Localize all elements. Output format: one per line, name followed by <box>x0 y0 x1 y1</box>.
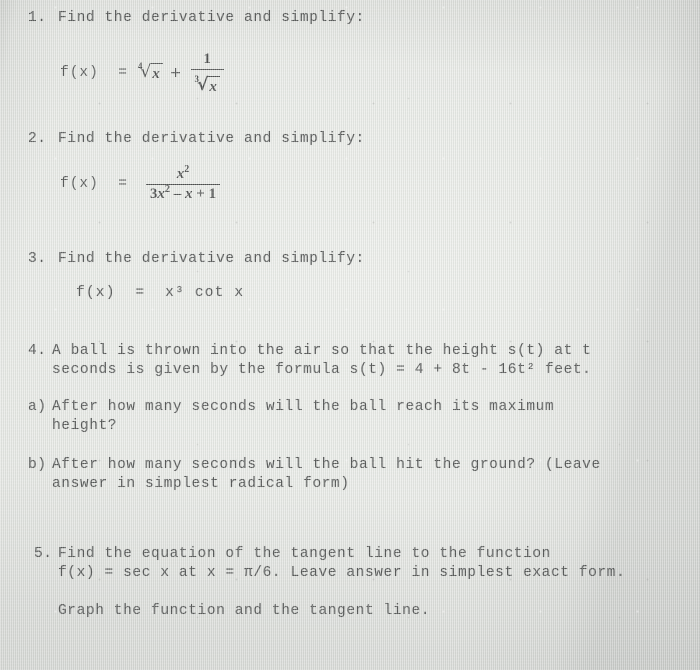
problem-2-fraction: x2 3x2 – x + 1 <box>145 164 221 204</box>
problem-4b-line-2: answer in simplest radical form) <box>52 476 350 492</box>
problem-4-number: 4. <box>28 343 47 359</box>
problem-3-equation: f(x) = x³ cot x <box>76 285 245 301</box>
den-variable-1: x <box>157 185 165 202</box>
problem-5-line-3: Graph the function and the tangent line. <box>58 603 431 619</box>
radical-index-3: 3 <box>194 73 200 84</box>
fraction-denominator: 3 √ x <box>191 70 224 97</box>
radicand-x: x <box>208 75 220 96</box>
problem-3-number: 3. <box>28 251 47 267</box>
problem-4a-line-2: height? <box>52 418 118 434</box>
fraction-numerator: x2 <box>173 164 194 184</box>
problem-2-equation-lhs: f(x) = <box>60 176 128 193</box>
problem-2-prompt: Find the derivative and simplify: <box>58 131 365 147</box>
problem-1-number: 1. <box>28 10 47 26</box>
cube-root-icon: 3 √ x <box>194 73 220 96</box>
radical-index-4: 4 <box>137 61 143 72</box>
problem-4-line-2: seconds is given by the formula s(t) = 4… <box>52 362 592 378</box>
plus-operator: + <box>169 65 182 82</box>
numerator-exponent: 2 <box>184 164 190 175</box>
scanned-page: 1. Find the derivative and simplify: f(x… <box>0 0 700 670</box>
radicand-x: x <box>151 63 163 83</box>
problem-2-number: 2. <box>28 131 47 147</box>
problem-4-line-1: A ball is thrown into the air so that th… <box>52 343 592 359</box>
worksheet-content: 1. Find the derivative and simplify: f(x… <box>0 0 700 670</box>
problem-5-line-1: Find the equation of the tangent line to… <box>58 546 551 562</box>
problem-1-prompt: Find the derivative and simplify: <box>58 10 365 26</box>
den-constant: 1 <box>208 185 217 202</box>
problem-3-prompt: Find the derivative and simplify: <box>58 251 365 267</box>
problem-4b-label: b) <box>28 457 47 473</box>
problem-1-equation-lhs: f(x) = <box>60 65 128 82</box>
problem-4a-line-1: After how many seconds will the ball rea… <box>52 399 555 415</box>
fraction-denominator: 3x2 – x + 1 <box>146 184 220 204</box>
problem-4b-line-1: After how many seconds will the ball hit… <box>52 457 601 473</box>
problem-5-line-2: f(x) = sec x at x = π/6. Leave answer in… <box>58 565 626 581</box>
den-plus-operator: + <box>192 185 209 202</box>
problem-5-number: 5. <box>34 546 53 562</box>
problem-4a-label: a) <box>28 399 47 415</box>
fraction-numerator: 1 <box>203 51 211 67</box>
problem-2-equation: f(x) = x2 3x2 – x + 1 <box>60 164 222 204</box>
den-variable-2: x <box>185 185 193 202</box>
problem-1-equation: f(x) = 4 √ x + 1 3 √ x <box>60 50 226 96</box>
fourth-root-icon: 4 √ x <box>137 61 163 83</box>
problem-1-fraction: 1 3 √ x <box>190 50 224 97</box>
den-minus-operator: – <box>170 185 186 202</box>
